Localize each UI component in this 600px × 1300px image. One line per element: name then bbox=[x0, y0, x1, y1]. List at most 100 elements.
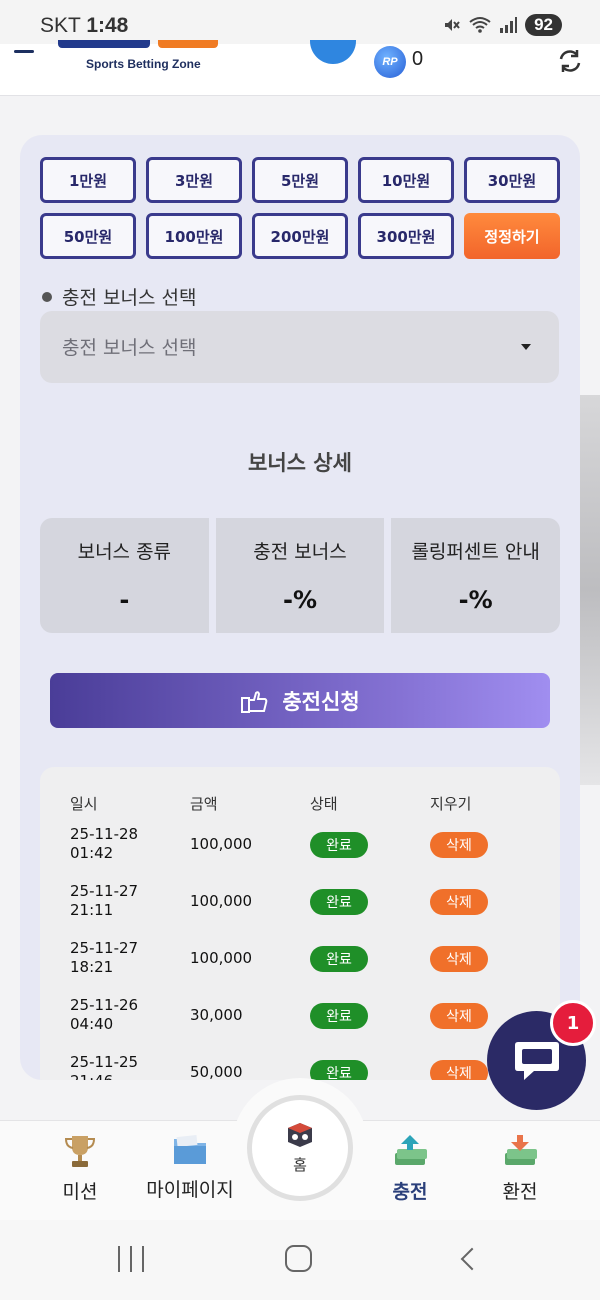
row-amount: 30,000 bbox=[190, 1006, 243, 1024]
row-amount: 100,000 bbox=[190, 949, 253, 967]
status-badge: 완료 bbox=[310, 889, 368, 915]
amount-button-1000000[interactable]: 100만원 bbox=[146, 213, 242, 259]
table-row: 25-11-27 18:21 100,000 완료 삭제 bbox=[70, 939, 540, 989]
amount-button-30000[interactable]: 3만원 bbox=[146, 157, 242, 203]
status-carrier: SKT 1:48 bbox=[40, 14, 128, 38]
deposit-apply-label: 충전신청 bbox=[282, 689, 360, 714]
mute-icon bbox=[445, 19, 460, 31]
bonus-type-cell: 보너스 종류 - bbox=[40, 518, 209, 633]
site-logo[interactable] bbox=[58, 40, 218, 54]
status-badge: 완료 bbox=[310, 832, 368, 858]
wifi-icon bbox=[469, 17, 491, 33]
delete-button[interactable]: 삭제 bbox=[430, 832, 488, 858]
row-date: 25-11-27 bbox=[70, 939, 139, 957]
bonus-type-value: - bbox=[119, 586, 130, 614]
logo-tagline: Sports Betting Zone bbox=[86, 57, 201, 71]
bonus-section-label: 충전 보너스 선택 bbox=[42, 283, 196, 310]
system-home-icon[interactable] bbox=[285, 1245, 312, 1272]
rolling-percent-cell: 롤링퍼센트 안내 -% bbox=[391, 518, 560, 633]
amount-button-300000[interactable]: 30만원 bbox=[464, 157, 560, 203]
row-date: 25-11-27 bbox=[70, 882, 139, 900]
level-badge-icon bbox=[310, 40, 356, 64]
amount-button-500000[interactable]: 50만원 bbox=[40, 213, 136, 259]
amount-button-50000[interactable]: 5만원 bbox=[252, 157, 348, 203]
table-row: 25-11-28 01:42 100,000 완료 삭제 bbox=[70, 825, 540, 875]
status-bar: SKT 1:48 92 bbox=[0, 0, 600, 44]
row-datetime: 25-11-2521:46 bbox=[70, 1053, 138, 1080]
deposit-bonus-cell: 충전 보너스 -% bbox=[215, 518, 385, 633]
row-datetime: 25-11-26 04:40 bbox=[70, 996, 138, 1034]
rp-points-value: 0 bbox=[412, 48, 424, 70]
bonus-detail-table: 보너스 종류 - 충전 보너스 -% 롤링퍼센트 안내 -% bbox=[40, 518, 560, 633]
dropdown-arrow-icon bbox=[521, 344, 531, 350]
header-date: 일시 bbox=[70, 795, 98, 813]
status-icons: 92 bbox=[443, 14, 562, 36]
header-delete: 지우기 bbox=[430, 795, 472, 813]
nav-label-deposit: 충전 bbox=[392, 1181, 428, 1203]
menu-icon[interactable] bbox=[14, 50, 34, 53]
row-time: 01:42 bbox=[70, 844, 114, 862]
amount-button-100000[interactable]: 10만원 bbox=[358, 157, 454, 203]
folder-icon bbox=[174, 1134, 206, 1164]
deposit-apply-button[interactable]: 충전신청 bbox=[50, 673, 550, 728]
row-time: 18:21 bbox=[70, 958, 114, 976]
deposit-bonus-value: -% bbox=[282, 586, 317, 614]
nav-label-withdraw: 환전 bbox=[502, 1181, 538, 1203]
recent-apps-icon[interactable] bbox=[118, 1246, 144, 1272]
system-navigation-bar bbox=[0, 1220, 600, 1300]
carrier-name: SKT bbox=[40, 14, 81, 37]
chat-icon bbox=[514, 1041, 559, 1080]
row-datetime: 25-11-27 21:11 bbox=[70, 882, 138, 920]
amount-button-3000000[interactable]: 300만원 bbox=[358, 213, 454, 259]
status-badge: 완료 bbox=[310, 1060, 368, 1080]
rolling-percent-label: 롤링퍼센트 안내 bbox=[411, 541, 540, 563]
row-datetime: 25-11-27 18:21 bbox=[70, 939, 138, 977]
bonus-select[interactable]: 충전 보너스 선택 bbox=[40, 311, 559, 383]
deposit-card: 1만원 3만원 5만원 10만원 30만원 50만원 100만원 200만원 3… bbox=[20, 135, 580, 1080]
header-amount: 금액 bbox=[190, 795, 218, 813]
status-badge: 완료 bbox=[310, 1003, 368, 1029]
table-row: 25-11-26 04:40 30,000 완료 삭제 bbox=[70, 996, 540, 1046]
nav-item-home[interactable]: 홈 bbox=[247, 1095, 353, 1201]
status-time: 1:48 bbox=[86, 14, 129, 37]
deposit-history: 일시 금액 상태 지우기 25-11-28 01:42 100,000 완료 삭제… bbox=[40, 767, 560, 1080]
nav-label-home: 홈 bbox=[293, 1155, 307, 1174]
amount-button-grid: 1만원 3만원 5만원 10만원 30만원 50만원 100만원 200만원 3… bbox=[40, 157, 560, 259]
reset-amount-button[interactable]: 정정하기 bbox=[464, 213, 560, 259]
delete-button[interactable]: 삭제 bbox=[430, 946, 488, 972]
back-icon[interactable] bbox=[460, 1247, 484, 1271]
deposit-icon bbox=[395, 1135, 427, 1165]
nav-item-deposit[interactable]: 충전 bbox=[355, 1133, 465, 1204]
bullet-icon bbox=[42, 291, 52, 302]
nav-label-mypage: 마이페이지 bbox=[146, 1179, 234, 1201]
nav-item-mission[interactable]: 미션 bbox=[25, 1133, 135, 1204]
nav-item-withdraw[interactable]: 환전 bbox=[465, 1133, 575, 1204]
delete-button[interactable]: 삭제 bbox=[430, 889, 488, 915]
bonus-select-placeholder: 충전 보너스 선택 bbox=[62, 337, 197, 359]
row-amount: 100,000 bbox=[190, 835, 253, 853]
row-date: 25-11-28 bbox=[70, 825, 139, 843]
row-amount: 100,000 bbox=[190, 892, 253, 910]
deposit-bonus-label: 충전 보너스 bbox=[253, 541, 347, 563]
header-status: 상태 bbox=[310, 795, 338, 813]
background-art bbox=[580, 395, 600, 785]
amount-button-2000000[interactable]: 200만원 bbox=[252, 213, 348, 259]
rolling-percent-value: -% bbox=[458, 586, 493, 614]
withdraw-icon bbox=[505, 1135, 537, 1165]
nav-label-mission: 미션 bbox=[62, 1181, 98, 1203]
table-row: 25-11-27 21:11 100,000 완료 삭제 bbox=[70, 882, 540, 932]
row-time: 21:11 bbox=[70, 901, 114, 919]
delete-button[interactable]: 삭제 bbox=[430, 1060, 488, 1080]
row-time: 04:40 bbox=[70, 1015, 114, 1033]
row-amount: 50,000 bbox=[190, 1063, 243, 1080]
nav-item-mypage[interactable]: 마이페이지 bbox=[135, 1133, 245, 1202]
row-datetime: 25-11-28 01:42 bbox=[70, 825, 138, 863]
trophy-icon bbox=[64, 1136, 96, 1167]
status-badge: 완료 bbox=[310, 946, 368, 972]
bonus-type-label: 보너스 종류 bbox=[77, 541, 172, 563]
top-header: Sports Betting Zone RP 0 bbox=[0, 40, 600, 96]
home-logo-icon bbox=[288, 1122, 312, 1147]
amount-button-10000[interactable]: 1만원 bbox=[40, 157, 136, 203]
refresh-icon[interactable] bbox=[556, 47, 584, 75]
delete-button[interactable]: 삭제 bbox=[430, 1003, 488, 1029]
